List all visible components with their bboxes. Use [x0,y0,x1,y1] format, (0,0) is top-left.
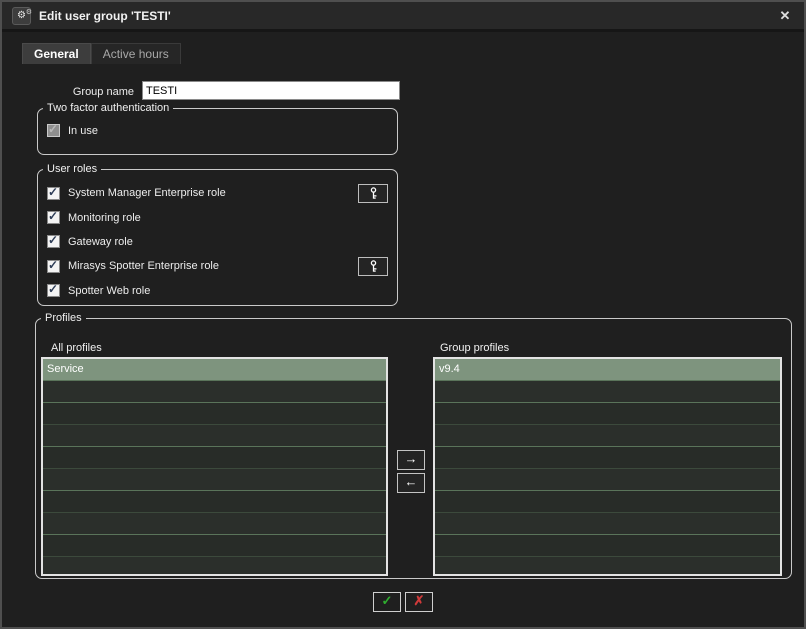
user-roles-groupbox: User roles System Manager Enterprise rol… [37,163,398,306]
two-factor-legend: Two factor authentication [47,102,170,114]
role-label: Monitoring role [68,211,141,224]
tab-general[interactable]: General [22,43,91,64]
list-row-empty [43,447,386,469]
role-permissions-button[interactable] [358,183,388,203]
in-use-label: In use [68,124,98,137]
role-label: Gateway role [68,235,133,248]
profiles-groupbox: Profiles All profiles Group profiles Ser… [35,312,792,579]
group-name-label: Group name [72,86,134,98]
list-row-empty [435,425,780,447]
move-left-button[interactable]: ← [397,473,425,493]
footer-buttons: ✓ ✗ [2,592,804,612]
user-roles-body: System Manager Enterprise role Monitorin… [38,175,397,303]
role-permissions-button[interactable] [358,256,388,276]
list-row-empty [43,403,386,425]
role-row: Mirasys Spotter Enterprise role [47,254,388,278]
role-row: Gateway role [47,230,388,254]
two-factor-groupbox: Two factor authentication In use [37,102,398,155]
list-item-selected[interactable]: Service [43,359,386,381]
arrow-right-icon: → [404,451,418,466]
key-icon [370,260,376,272]
role-label: Mirasys Spotter Enterprise role [68,260,219,273]
list-row-empty [43,535,386,557]
list-row-empty [43,513,386,535]
list-row-empty [435,447,780,469]
list-row-empty [435,513,780,535]
all-profiles-header: All profiles [51,342,102,354]
small-gear-icon: ⚙ [25,8,32,16]
tab-active-hours[interactable]: Active hours [90,43,181,64]
user-roles-legend: User roles [47,163,98,175]
window-title: Edit user group 'TESTI' [39,8,171,23]
list-row-empty [435,469,780,491]
profiles-legend: Profiles [45,312,82,324]
all-profiles-list[interactable]: Service [41,357,388,576]
role-checkbox-spotter-enterprise[interactable] [47,258,60,273]
titlebar: ⚙ ⚙ Edit user group 'TESTI' ✕ [2,2,804,32]
role-row: Monitoring role [47,205,388,229]
cancel-x-icon: ✗ [413,593,425,608]
in-use-checkbox[interactable] [47,122,60,137]
role-checkbox-spotter-web[interactable] [47,282,60,298]
check-icon: ✓ [381,593,393,608]
role-row: Spotter Web role [47,279,388,303]
move-right-button[interactable]: → [397,450,425,470]
close-button[interactable]: ✕ [776,7,794,25]
list-row-empty [435,381,780,403]
list-row-empty [435,535,780,557]
list-row-empty [43,425,386,447]
list-row-empty [43,469,386,491]
group-profiles-header: Group profiles [440,342,510,354]
close-icon: ✕ [779,8,791,23]
list-item-selected[interactable]: v9.4 [435,359,780,381]
gears-icon: ⚙ ⚙ [12,6,32,25]
dialog-window: ⚙ ⚙ Edit user group 'TESTI' ✕ General Ac… [0,0,806,629]
in-use-row: In use [47,122,397,137]
role-label: Spotter Web role [68,284,151,297]
ok-button[interactable]: ✓ [373,592,401,612]
group-name-input[interactable] [142,81,400,100]
arrow-left-icon: ← [404,474,418,489]
role-checkbox-system-manager[interactable] [47,185,60,200]
list-row-empty [43,491,386,513]
cancel-button[interactable]: ✗ [405,592,433,612]
list-row-empty [43,557,386,574]
list-row-empty [43,381,386,403]
group-profiles-list[interactable]: v9.4 [433,357,782,576]
role-row: System Manager Enterprise role [47,181,388,205]
list-row-empty [435,557,780,574]
list-row-empty [435,491,780,513]
key-icon [370,186,376,199]
role-checkbox-monitoring[interactable] [47,209,60,225]
list-row-empty [435,403,780,425]
tab-strip: General Active hours [22,43,181,64]
role-label: System Manager Enterprise role [68,187,226,200]
role-checkbox-gateway[interactable] [47,233,60,249]
